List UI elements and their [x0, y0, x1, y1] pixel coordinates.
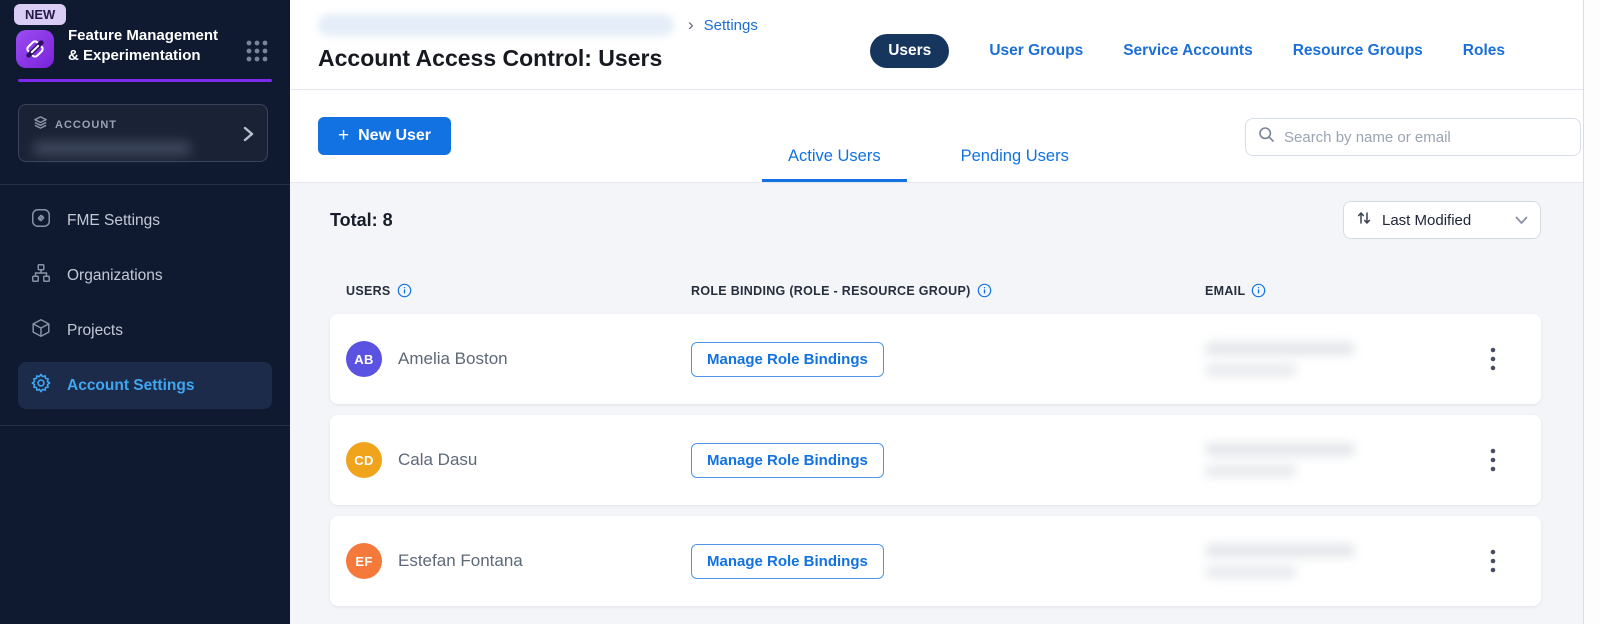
product-title: Feature Management & Experimentation [68, 26, 220, 66]
sidebar-item-label: Organizations [67, 267, 163, 285]
chevron-right-icon [241, 126, 255, 147]
sort-dropdown[interactable]: Last Modified [1343, 201, 1541, 239]
app-switcher-icon[interactable] [244, 38, 270, 69]
manage-role-bindings-button[interactable]: Manage Role Bindings [691, 443, 884, 478]
org-chart-icon [30, 262, 52, 289]
tab-users[interactable]: Users [870, 34, 949, 68]
split-logo-icon [16, 30, 54, 68]
tab-pending-users[interactable]: Pending Users [935, 147, 1095, 182]
layers-icon [33, 115, 48, 135]
redacted-breadcrumb [318, 14, 674, 36]
tab-active-users[interactable]: Active Users [762, 147, 907, 182]
split-outline-icon [30, 207, 52, 234]
user-name: Cala Dasu [398, 450, 477, 470]
column-role-binding-label: ROLE BINDING (ROLE - RESOURCE GROUP) [691, 284, 971, 298]
table-row: AB Amelia Boston Manage Role Bindings [330, 314, 1541, 404]
redacted-email [1205, 544, 1445, 578]
sidebar-item-account-settings[interactable]: Account Settings [18, 362, 272, 409]
manage-role-bindings-button[interactable]: Manage Role Bindings [691, 544, 884, 579]
sidebar-item-label: Account Settings [67, 377, 194, 395]
sidebar-item-fme-settings[interactable]: FME Settings [18, 197, 272, 244]
tab-service-accounts[interactable]: Service Accounts [1123, 42, 1253, 60]
brand-accent-divider [18, 79, 272, 82]
sort-dropdown-label: Last Modified [1382, 212, 1471, 229]
search-icon [1258, 126, 1275, 148]
new-user-button[interactable]: + New User [318, 117, 451, 155]
avatar: CD [346, 442, 382, 478]
info-icon[interactable] [977, 283, 992, 298]
account-label: ACCOUNT [55, 119, 117, 131]
new-user-button-label: New User [358, 127, 431, 145]
redacted-account-name [33, 142, 191, 155]
info-icon[interactable] [1251, 283, 1266, 298]
sidebar-item-label: Projects [67, 322, 123, 340]
search-box [1245, 118, 1581, 156]
total-count: Total: 8 [330, 210, 393, 231]
main-content: › Settings Account Access Control: Users… [290, 0, 1583, 624]
row-menu-kebab-icon[interactable] [1484, 442, 1502, 478]
sidebar-divider [0, 425, 290, 426]
table-row: EF Estefan Fontana Manage Role Bindings [330, 516, 1541, 606]
column-email-label: EMAIL [1205, 284, 1245, 298]
breadcrumb: › Settings [318, 12, 758, 38]
info-icon[interactable] [397, 283, 412, 298]
table-header: USERS ROLE BINDING (ROLE - RESOURCE GROU… [330, 283, 1541, 298]
sidebar-item-organizations[interactable]: Organizations [18, 252, 272, 299]
user-name: Amelia Boston [398, 349, 508, 369]
table-row: CD Cala Dasu Manage Role Bindings [330, 415, 1541, 505]
users-list-section: Total: 8 Last Modified USERS [290, 183, 1583, 624]
user-name: Estefan Fontana [398, 551, 523, 571]
users-list: AB Amelia Boston Manage Role Bindings CD… [330, 314, 1541, 606]
breadcrumb-settings-link[interactable]: Settings [704, 17, 758, 34]
user-state-tabs: Active Users Pending Users [762, 147, 1095, 182]
page-header: › Settings Account Access Control: Users… [290, 0, 1583, 90]
redacted-email [1205, 342, 1445, 376]
account-selector[interactable]: ACCOUNT [18, 104, 268, 162]
sidebar-item-projects[interactable]: Projects [18, 307, 272, 354]
plus-icon: + [338, 128, 349, 144]
redacted-email [1205, 443, 1445, 477]
tab-user-groups[interactable]: User Groups [989, 42, 1083, 60]
chevron-down-icon [1515, 212, 1528, 229]
list-header-toolbar: + New User Active Users Pending Users [290, 90, 1583, 183]
row-menu-kebab-icon[interactable] [1484, 341, 1502, 377]
search-input[interactable] [1284, 129, 1568, 146]
sidebar-nav: FME Settings Organizations Projects [0, 185, 290, 409]
page-title: Account Access Control: Users [318, 45, 758, 72]
sidebar-item-label: FME Settings [67, 212, 160, 230]
tab-roles[interactable]: Roles [1463, 42, 1505, 60]
row-menu-kebab-icon[interactable] [1484, 543, 1502, 579]
cube-icon [30, 317, 52, 344]
new-badge: NEW [14, 4, 66, 25]
access-control-nav: Users User Groups Service Accounts Resou… [870, 12, 1583, 70]
gear-icon [30, 372, 52, 399]
sort-arrows-icon [1356, 210, 1372, 230]
manage-role-bindings-button[interactable]: Manage Role Bindings [691, 342, 884, 377]
scrollbar-gutter[interactable] [1583, 0, 1600, 624]
column-users-label: USERS [346, 284, 391, 298]
tab-resource-groups[interactable]: Resource Groups [1293, 42, 1423, 60]
sidebar: NEW Feature Management & Experimentation [0, 0, 290, 624]
chevron-right-icon: › [688, 15, 694, 35]
avatar: EF [346, 543, 382, 579]
avatar: AB [346, 341, 382, 377]
